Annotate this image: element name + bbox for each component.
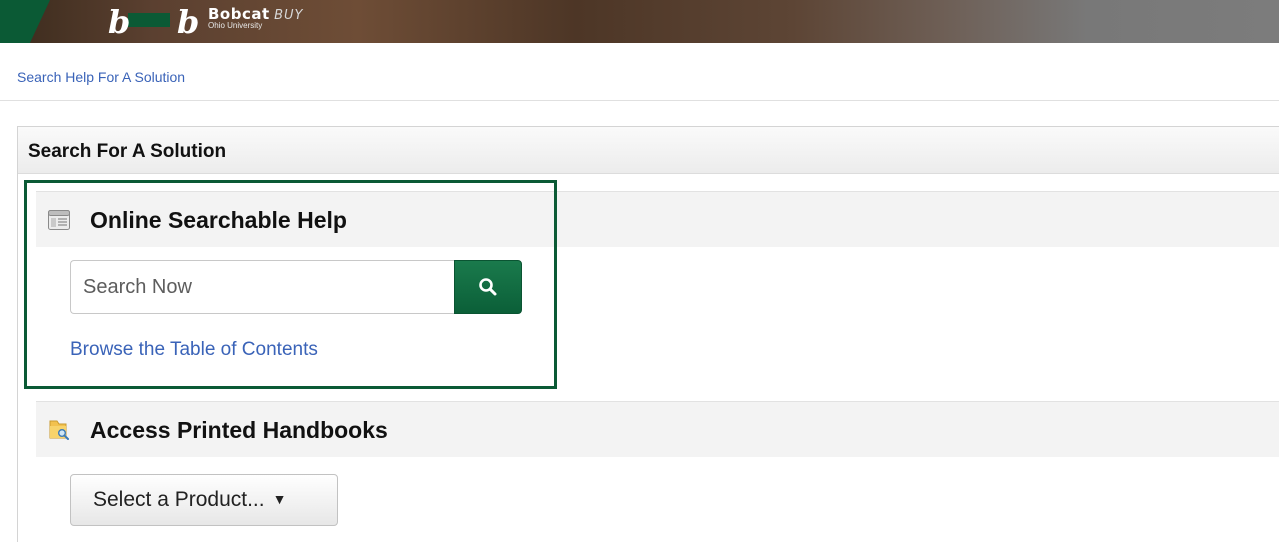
browse-toc-link[interactable]: Browse the Table of Contents — [70, 339, 318, 361]
search-solution-panel: Search For A Solution Online Searchable … — [17, 126, 1279, 542]
breadcrumb-link[interactable]: Search Help For A Solution — [17, 69, 185, 85]
select-product-dropdown[interactable]: Select a Product... ▼ — [70, 474, 338, 526]
handbooks-title: Access Printed Handbooks — [90, 417, 388, 443]
search-button[interactable] — [454, 260, 522, 314]
banner-bar — [128, 13, 170, 27]
brand-suffix: BUY — [274, 8, 304, 23]
help-document-icon — [48, 210, 70, 230]
caret-down-icon: ▼ — [272, 491, 287, 507]
select-product-label: Select a Product... — [93, 488, 265, 511]
online-help-section-header: Online Searchable Help — [36, 191, 1279, 247]
help-search-input[interactable] — [70, 260, 455, 314]
brand-logo[interactable]: Bobcat BUY Ohio University — [208, 5, 304, 30]
logo-mark-icon: b — [177, 3, 200, 41]
search-icon — [479, 278, 497, 296]
banner-stripe — [0, 0, 51, 43]
header-banner: b b Bobcat BUY Ohio University — [0, 0, 1279, 43]
breadcrumb-bar: Search Help For A Solution — [0, 43, 1279, 101]
folder-search-icon — [49, 420, 69, 440]
panel-header: Search For A Solution — [18, 127, 1279, 174]
online-help-title: Online Searchable Help — [90, 207, 347, 233]
logo-mark-icon: b — [108, 3, 131, 41]
handbooks-section-header: Access Printed Handbooks — [36, 401, 1279, 457]
panel-title: Search For A Solution — [28, 141, 227, 162]
